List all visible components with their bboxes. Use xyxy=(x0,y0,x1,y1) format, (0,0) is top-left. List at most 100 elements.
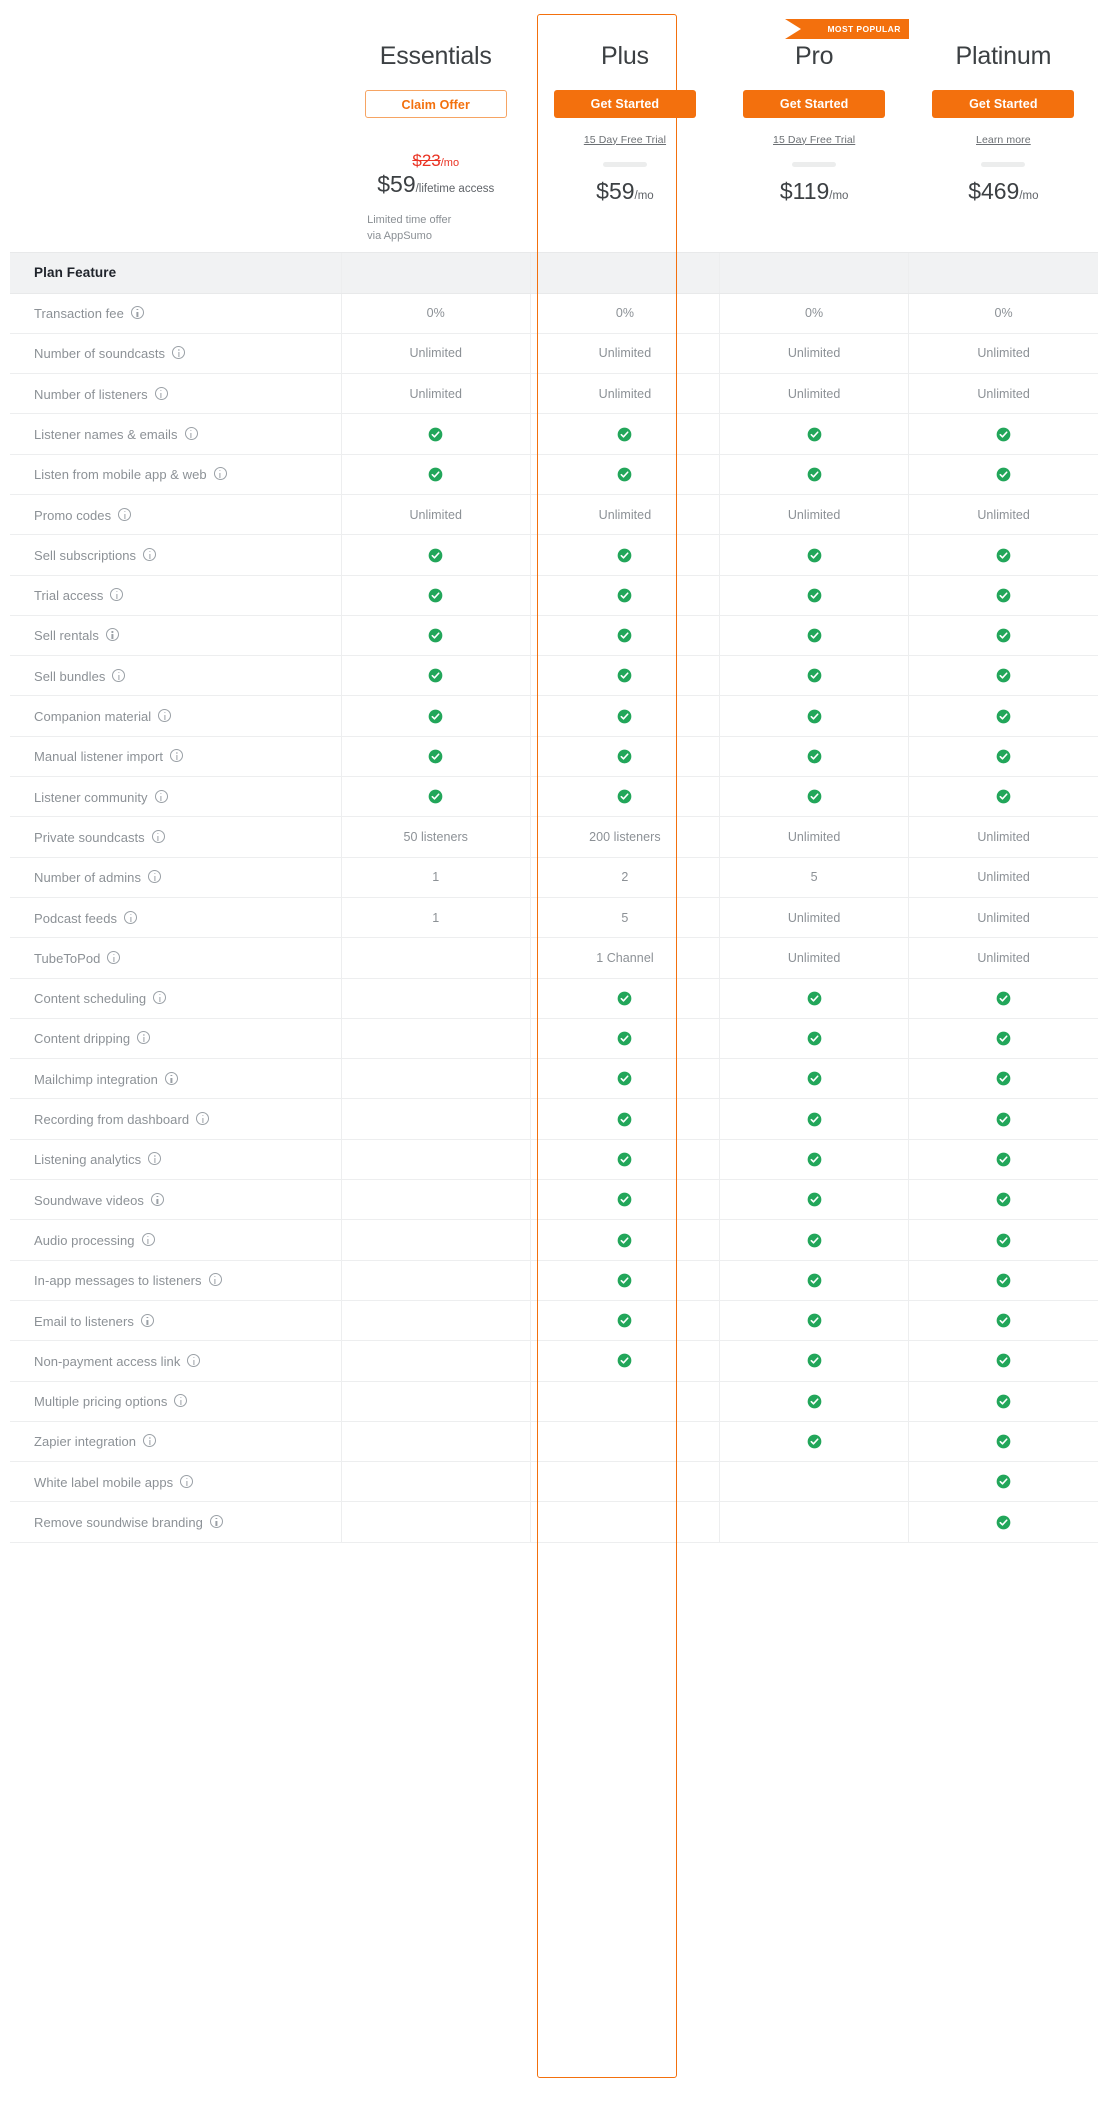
plan-sub-link[interactable]: 15 Day Free Trial xyxy=(584,134,666,146)
check-icon xyxy=(428,789,443,804)
feature-label: Soundwave videos xyxy=(34,1192,144,1208)
feature-value-cell xyxy=(908,1501,1098,1543)
info-icon[interactable] xyxy=(118,507,132,521)
feature-row: Transaction fee 0% 0% 0% 0% xyxy=(10,293,1098,334)
feature-row: Number of soundcasts Unlimited Unlimited Un… xyxy=(10,333,1098,375)
feature-value-cell: 2 xyxy=(529,857,720,898)
info-icon[interactable] xyxy=(172,346,186,360)
info-icon[interactable] xyxy=(130,306,144,320)
info-icon[interactable] xyxy=(196,1112,210,1126)
plan-feature-heading: Plan Feature xyxy=(10,251,342,294)
info-icon[interactable] xyxy=(151,829,165,843)
feature-label-cell: Manual listener import xyxy=(10,736,342,778)
plan-cta-button-plus[interactable]: Get Started xyxy=(553,89,696,118)
feature-value-cell xyxy=(529,1179,720,1221)
info-icon[interactable] xyxy=(140,1313,154,1327)
info-icon[interactable] xyxy=(112,668,126,682)
feature-value: Unlimited xyxy=(598,507,652,522)
info-icon[interactable] xyxy=(143,1434,157,1448)
check-icon xyxy=(807,628,822,643)
feature-value-cell: Unlimited xyxy=(719,816,909,858)
check-icon xyxy=(807,1031,822,1046)
check-icon xyxy=(807,467,822,482)
feature-row: Number of listeners Unlimited Unlimited Unl… xyxy=(10,373,1098,415)
feature-value-cell xyxy=(908,736,1098,778)
price-divider xyxy=(981,161,1026,167)
feature-value-cell: Unlimited xyxy=(908,373,1098,415)
feature-label: Mailchimp integration xyxy=(34,1071,158,1087)
info-icon[interactable] xyxy=(174,1394,188,1408)
check-icon xyxy=(617,1273,632,1288)
feature-value-cell xyxy=(340,1501,531,1543)
info-icon[interactable] xyxy=(154,789,168,803)
current-price-amount: $59 xyxy=(377,171,416,198)
feature-value: 0% xyxy=(805,306,824,321)
info-icon[interactable] xyxy=(150,1192,164,1206)
feature-label: Multiple pricing options xyxy=(34,1394,168,1410)
feature-label-cell: Multiple pricing options xyxy=(10,1381,342,1422)
info-icon[interactable] xyxy=(158,709,172,723)
feature-value-cell xyxy=(529,1260,720,1301)
check-icon xyxy=(807,1353,822,1368)
feature-row: Podcast feeds 1 5 Unlimited Unlimited xyxy=(10,897,1098,939)
feature-row: Audio processing xyxy=(10,1219,1098,1261)
info-icon[interactable] xyxy=(170,749,183,763)
current-price: $119/mo xyxy=(730,177,899,206)
info-icon[interactable] xyxy=(208,1273,222,1287)
feature-label-cell: Listener names & emails xyxy=(10,413,342,455)
info-icon[interactable] xyxy=(148,870,162,884)
feature-value: Unlimited xyxy=(409,386,462,401)
info-icon[interactable] xyxy=(105,628,119,642)
pricing-table-header: Essentials Claim Offer $23/mo $59/lifetime … xyxy=(10,14,1098,252)
check-icon xyxy=(617,1353,632,1368)
plan-sub-link[interactable]: Learn more xyxy=(976,134,1031,146)
info-icon[interactable] xyxy=(143,547,157,561)
info-icon[interactable] xyxy=(110,588,124,602)
feature-value-cell xyxy=(529,776,720,818)
feature-value-cell xyxy=(908,776,1098,818)
feature-label: Manual listener import xyxy=(34,749,163,765)
feature-label-cell: Audio processing xyxy=(10,1219,342,1261)
feature-label-cell: Number of admins xyxy=(10,857,342,898)
feature-row: Zapier integration xyxy=(10,1421,1098,1463)
check-icon xyxy=(617,548,632,563)
feature-value-cell: Unlimited xyxy=(719,333,909,375)
plan-cta-button-essentials[interactable]: Claim Offer xyxy=(364,89,507,118)
info-icon[interactable] xyxy=(180,1474,194,1488)
plan-cta-button-platinum[interactable]: Get Started xyxy=(932,89,1075,118)
check-icon xyxy=(428,548,443,563)
info-icon[interactable] xyxy=(107,950,121,964)
feature-value-cell xyxy=(908,1340,1098,1382)
price-note-line-2: via AppSumo xyxy=(367,230,432,243)
feature-value-cell xyxy=(908,1018,1098,1060)
plan-sub-link[interactable]: 15 Day Free Trial xyxy=(773,134,855,146)
info-icon[interactable] xyxy=(153,991,167,1005)
plan-header-plus: Plus Get Started 15 Day Free Trial $59/mo xyxy=(530,14,720,252)
info-icon[interactable] xyxy=(209,1515,223,1529)
feature-value-cell xyxy=(529,736,720,778)
check-icon xyxy=(428,427,443,442)
feature-row: Sell rentals xyxy=(10,615,1098,657)
info-icon[interactable] xyxy=(187,1353,201,1367)
plan-cta-button-pro[interactable]: Get Started xyxy=(743,89,886,118)
feature-value: Unlimited xyxy=(787,386,841,401)
info-icon[interactable] xyxy=(137,1031,151,1045)
info-icon[interactable] xyxy=(184,427,198,440)
info-icon[interactable] xyxy=(164,1071,178,1085)
feature-value-cell xyxy=(529,1300,720,1342)
feature-value-cell: 0% xyxy=(529,293,720,334)
info-icon[interactable] xyxy=(124,910,138,924)
plan-name: Plus xyxy=(601,42,649,70)
current-price-period: /mo xyxy=(1019,189,1039,202)
info-icon[interactable] xyxy=(141,1232,155,1246)
feature-value-cell: Unlimited xyxy=(340,373,531,415)
info-icon[interactable] xyxy=(148,1152,162,1166)
check-icon xyxy=(996,1112,1011,1127)
info-icon[interactable] xyxy=(213,467,227,481)
check-icon xyxy=(807,1071,822,1086)
info-icon[interactable] xyxy=(154,386,168,400)
check-icon xyxy=(996,1152,1011,1167)
feature-value-cell xyxy=(719,1179,909,1221)
feature-value-cell xyxy=(340,615,531,657)
feature-row: Multiple pricing options xyxy=(10,1381,1098,1422)
